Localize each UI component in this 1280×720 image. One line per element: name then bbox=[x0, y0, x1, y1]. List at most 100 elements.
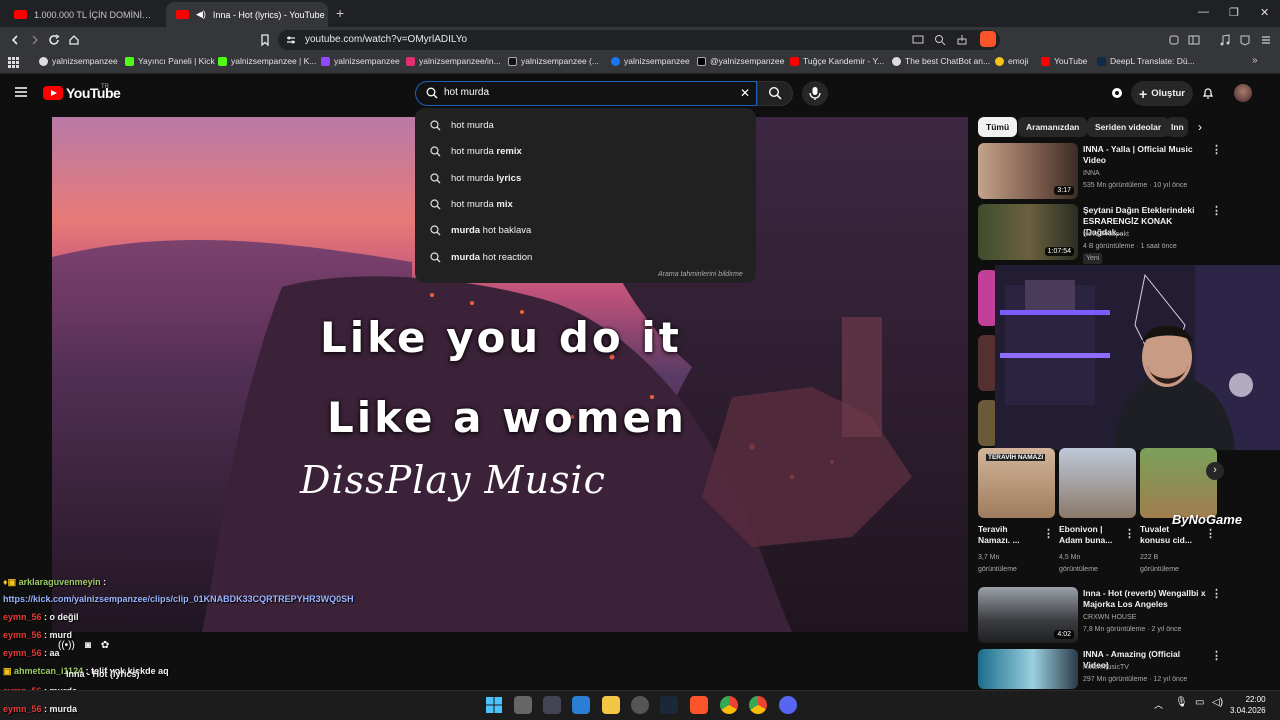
menu-icon[interactable] bbox=[1259, 33, 1273, 47]
video-thumbnail[interactable]: 3:17 bbox=[978, 143, 1078, 199]
create-button[interactable]: + Oluştur bbox=[1131, 81, 1193, 106]
channel-name[interactable]: RotonMusicTV bbox=[1083, 662, 1129, 673]
volume-icon[interactable]: ◁) bbox=[1212, 697, 1223, 708]
live-control-icon[interactable] bbox=[1110, 86, 1124, 100]
video-thumbnail[interactable]: 4:02 bbox=[978, 587, 1078, 643]
suggestion-item[interactable]: murda hot baklava bbox=[430, 225, 531, 236]
voice-search-button[interactable] bbox=[802, 81, 828, 106]
youtube-logo-text[interactable]: YouTube bbox=[66, 85, 121, 101]
chip-inna[interactable]: Inn bbox=[1166, 117, 1188, 137]
bookmarks-overflow-icon[interactable]: » bbox=[1252, 55, 1258, 66]
search-input[interactable]: hot murda bbox=[444, 87, 489, 98]
bookmark-item[interactable]: yalnizsempanzee bbox=[611, 56, 690, 66]
windows-start-icon[interactable] bbox=[485, 696, 503, 714]
hamburger-menu-icon[interactable] bbox=[14, 86, 28, 98]
music-icon[interactable] bbox=[1218, 33, 1232, 47]
suggestion-item[interactable]: hot murda lyrics bbox=[430, 173, 521, 184]
file-explorer-icon[interactable] bbox=[602, 696, 620, 714]
bookmark-item[interactable]: DeepL Translate: Dü... bbox=[1097, 56, 1195, 66]
tray-overflow-icon[interactable]: ︿ bbox=[1154, 698, 1163, 711]
suggestion-item[interactable]: hot murda bbox=[430, 120, 494, 131]
chip-all[interactable]: Tümü bbox=[978, 117, 1018, 137]
bookmark-item[interactable]: yalnizsempanzee (... bbox=[508, 56, 599, 66]
bookmark-item[interactable]: The best ChatBot an... bbox=[892, 56, 990, 66]
chips-next-icon[interactable]: › bbox=[1198, 120, 1202, 134]
bookmark-item[interactable]: yalnizsempanzee/in... bbox=[406, 56, 501, 66]
notifications-bell-icon[interactable] bbox=[1201, 86, 1215, 100]
steam-icon[interactable] bbox=[660, 696, 678, 714]
more-actions-icon[interactable]: ⋮ bbox=[1043, 527, 1054, 540]
chrome-icon[interactable] bbox=[720, 696, 738, 714]
clear-search-icon[interactable]: ✕ bbox=[740, 86, 750, 100]
bookmark-item[interactable]: YouTube bbox=[1041, 56, 1087, 66]
shorts-next-button[interactable]: › bbox=[1206, 462, 1224, 480]
short-title[interactable]: Tuvalet konusu cid... bbox=[1140, 524, 1200, 546]
sidebar-toggle-icon[interactable] bbox=[1187, 33, 1201, 47]
cast-icon[interactable] bbox=[911, 33, 925, 47]
channel-name[interactable]: Nova Prospekt bbox=[1083, 229, 1129, 240]
suggestion-item[interactable]: hot murda mix bbox=[430, 199, 513, 210]
new-tab-icon[interactable]: + bbox=[336, 5, 344, 21]
chip-series[interactable]: Seriden videolar bbox=[1087, 117, 1170, 137]
share-icon[interactable] bbox=[955, 33, 969, 47]
restore-icon[interactable]: ❐ bbox=[1229, 6, 1239, 19]
short-title[interactable]: Ebonivon | Adam buna... bbox=[1059, 524, 1119, 546]
reload-icon[interactable] bbox=[47, 33, 61, 47]
more-actions-icon[interactable]: ⋮ bbox=[1124, 527, 1135, 540]
more-actions-icon[interactable]: ⋮ bbox=[1211, 204, 1222, 217]
bookmark-item[interactable]: yalnizsempanzee | K... bbox=[218, 56, 316, 66]
photos-icon[interactable] bbox=[572, 696, 590, 714]
microphone-tray-icon[interactable]: 🎙 bbox=[1175, 697, 1188, 708]
bookmark-item[interactable]: @yalnizsempanzee bbox=[697, 56, 784, 66]
terminal-icon[interactable] bbox=[543, 696, 561, 714]
brave-browser-icon[interactable] bbox=[690, 696, 708, 714]
forward-icon[interactable] bbox=[28, 33, 42, 47]
report-predictions-link[interactable]: Arama tahminlerini bildirme bbox=[658, 271, 743, 278]
more-actions-icon[interactable]: ⋮ bbox=[1211, 143, 1222, 156]
short-title[interactable]: Teravih Namazı. ... bbox=[978, 524, 1038, 546]
bookmark-item[interactable]: emoji bbox=[995, 56, 1028, 66]
browser-tab-2[interactable]: ◀) Inna - Hot (lyrics) - YouTube ✕ bbox=[166, 2, 328, 27]
zoom-icon[interactable] bbox=[933, 33, 947, 47]
video-title[interactable]: Inna - Hot (reverb) Wengallbi x Majorka … bbox=[1083, 588, 1208, 610]
apps-grid-icon[interactable] bbox=[8, 57, 19, 68]
home-icon[interactable] bbox=[67, 33, 81, 47]
search-button[interactable] bbox=[757, 81, 793, 106]
video-title[interactable]: INNA - Yalla | Official Music Video bbox=[1083, 144, 1208, 166]
more-actions-icon[interactable]: ⋮ bbox=[1211, 649, 1222, 662]
minimize-icon[interactable]: — bbox=[1198, 6, 1209, 18]
taskbar-clock[interactable]: 22:00 3.04.2026 bbox=[1230, 694, 1266, 716]
more-actions-icon[interactable]: ⋮ bbox=[1205, 527, 1216, 540]
overlay-controls: ((•)) ◙ ✿ bbox=[58, 640, 109, 651]
video-thumbnail[interactable]: 1:07:54 bbox=[978, 204, 1078, 260]
bookmark-item[interactable]: yalnizsempanzee bbox=[39, 56, 118, 66]
task-view-icon[interactable] bbox=[514, 696, 532, 714]
short-thumbnail[interactable] bbox=[1059, 448, 1136, 518]
brave-shield-icon[interactable] bbox=[980, 31, 996, 47]
short-thumbnail[interactable]: TERAVİH NAMAZI bbox=[978, 448, 1055, 518]
bookmark-item[interactable]: yalnizsempanzee bbox=[321, 56, 400, 66]
bookmark-item[interactable]: Yayıncı Paneli | Kick bbox=[125, 56, 215, 66]
browser-tab-1[interactable]: 1.000.000 TL İÇİN DOMİNİK'TE YARIŞ bbox=[4, 2, 164, 27]
video-thumbnail[interactable] bbox=[978, 649, 1078, 689]
back-icon[interactable] bbox=[8, 33, 22, 47]
suggestion-item[interactable]: hot murda remix bbox=[430, 146, 522, 157]
network-icon[interactable]: ▭ bbox=[1195, 697, 1204, 708]
suggestion-item[interactable]: murda hot reaction bbox=[430, 252, 532, 263]
short-thumbnail[interactable] bbox=[1140, 448, 1217, 518]
site-info-icon[interactable] bbox=[285, 34, 299, 48]
channel-name[interactable]: CRXWN HOUSE bbox=[1083, 612, 1136, 623]
channel-name[interactable]: INNA bbox=[1083, 168, 1100, 179]
chrome-icon[interactable] bbox=[749, 696, 767, 714]
chip-from-search[interactable]: Aramanızdan bbox=[1018, 117, 1088, 137]
more-actions-icon[interactable]: ⋮ bbox=[1211, 587, 1222, 600]
bookmark-icon[interactable] bbox=[258, 33, 272, 47]
obs-icon[interactable] bbox=[631, 696, 649, 714]
extensions-icon[interactable] bbox=[1167, 33, 1181, 47]
account-avatar[interactable] bbox=[1234, 84, 1252, 102]
wallet-icon[interactable] bbox=[1238, 33, 1252, 47]
window-close-icon[interactable]: ✕ bbox=[1260, 6, 1269, 19]
youtube-logo-icon[interactable] bbox=[43, 86, 63, 100]
bookmark-item[interactable]: Tuğçe Kandemir - Y... bbox=[790, 56, 884, 66]
discord-icon[interactable] bbox=[779, 696, 797, 714]
